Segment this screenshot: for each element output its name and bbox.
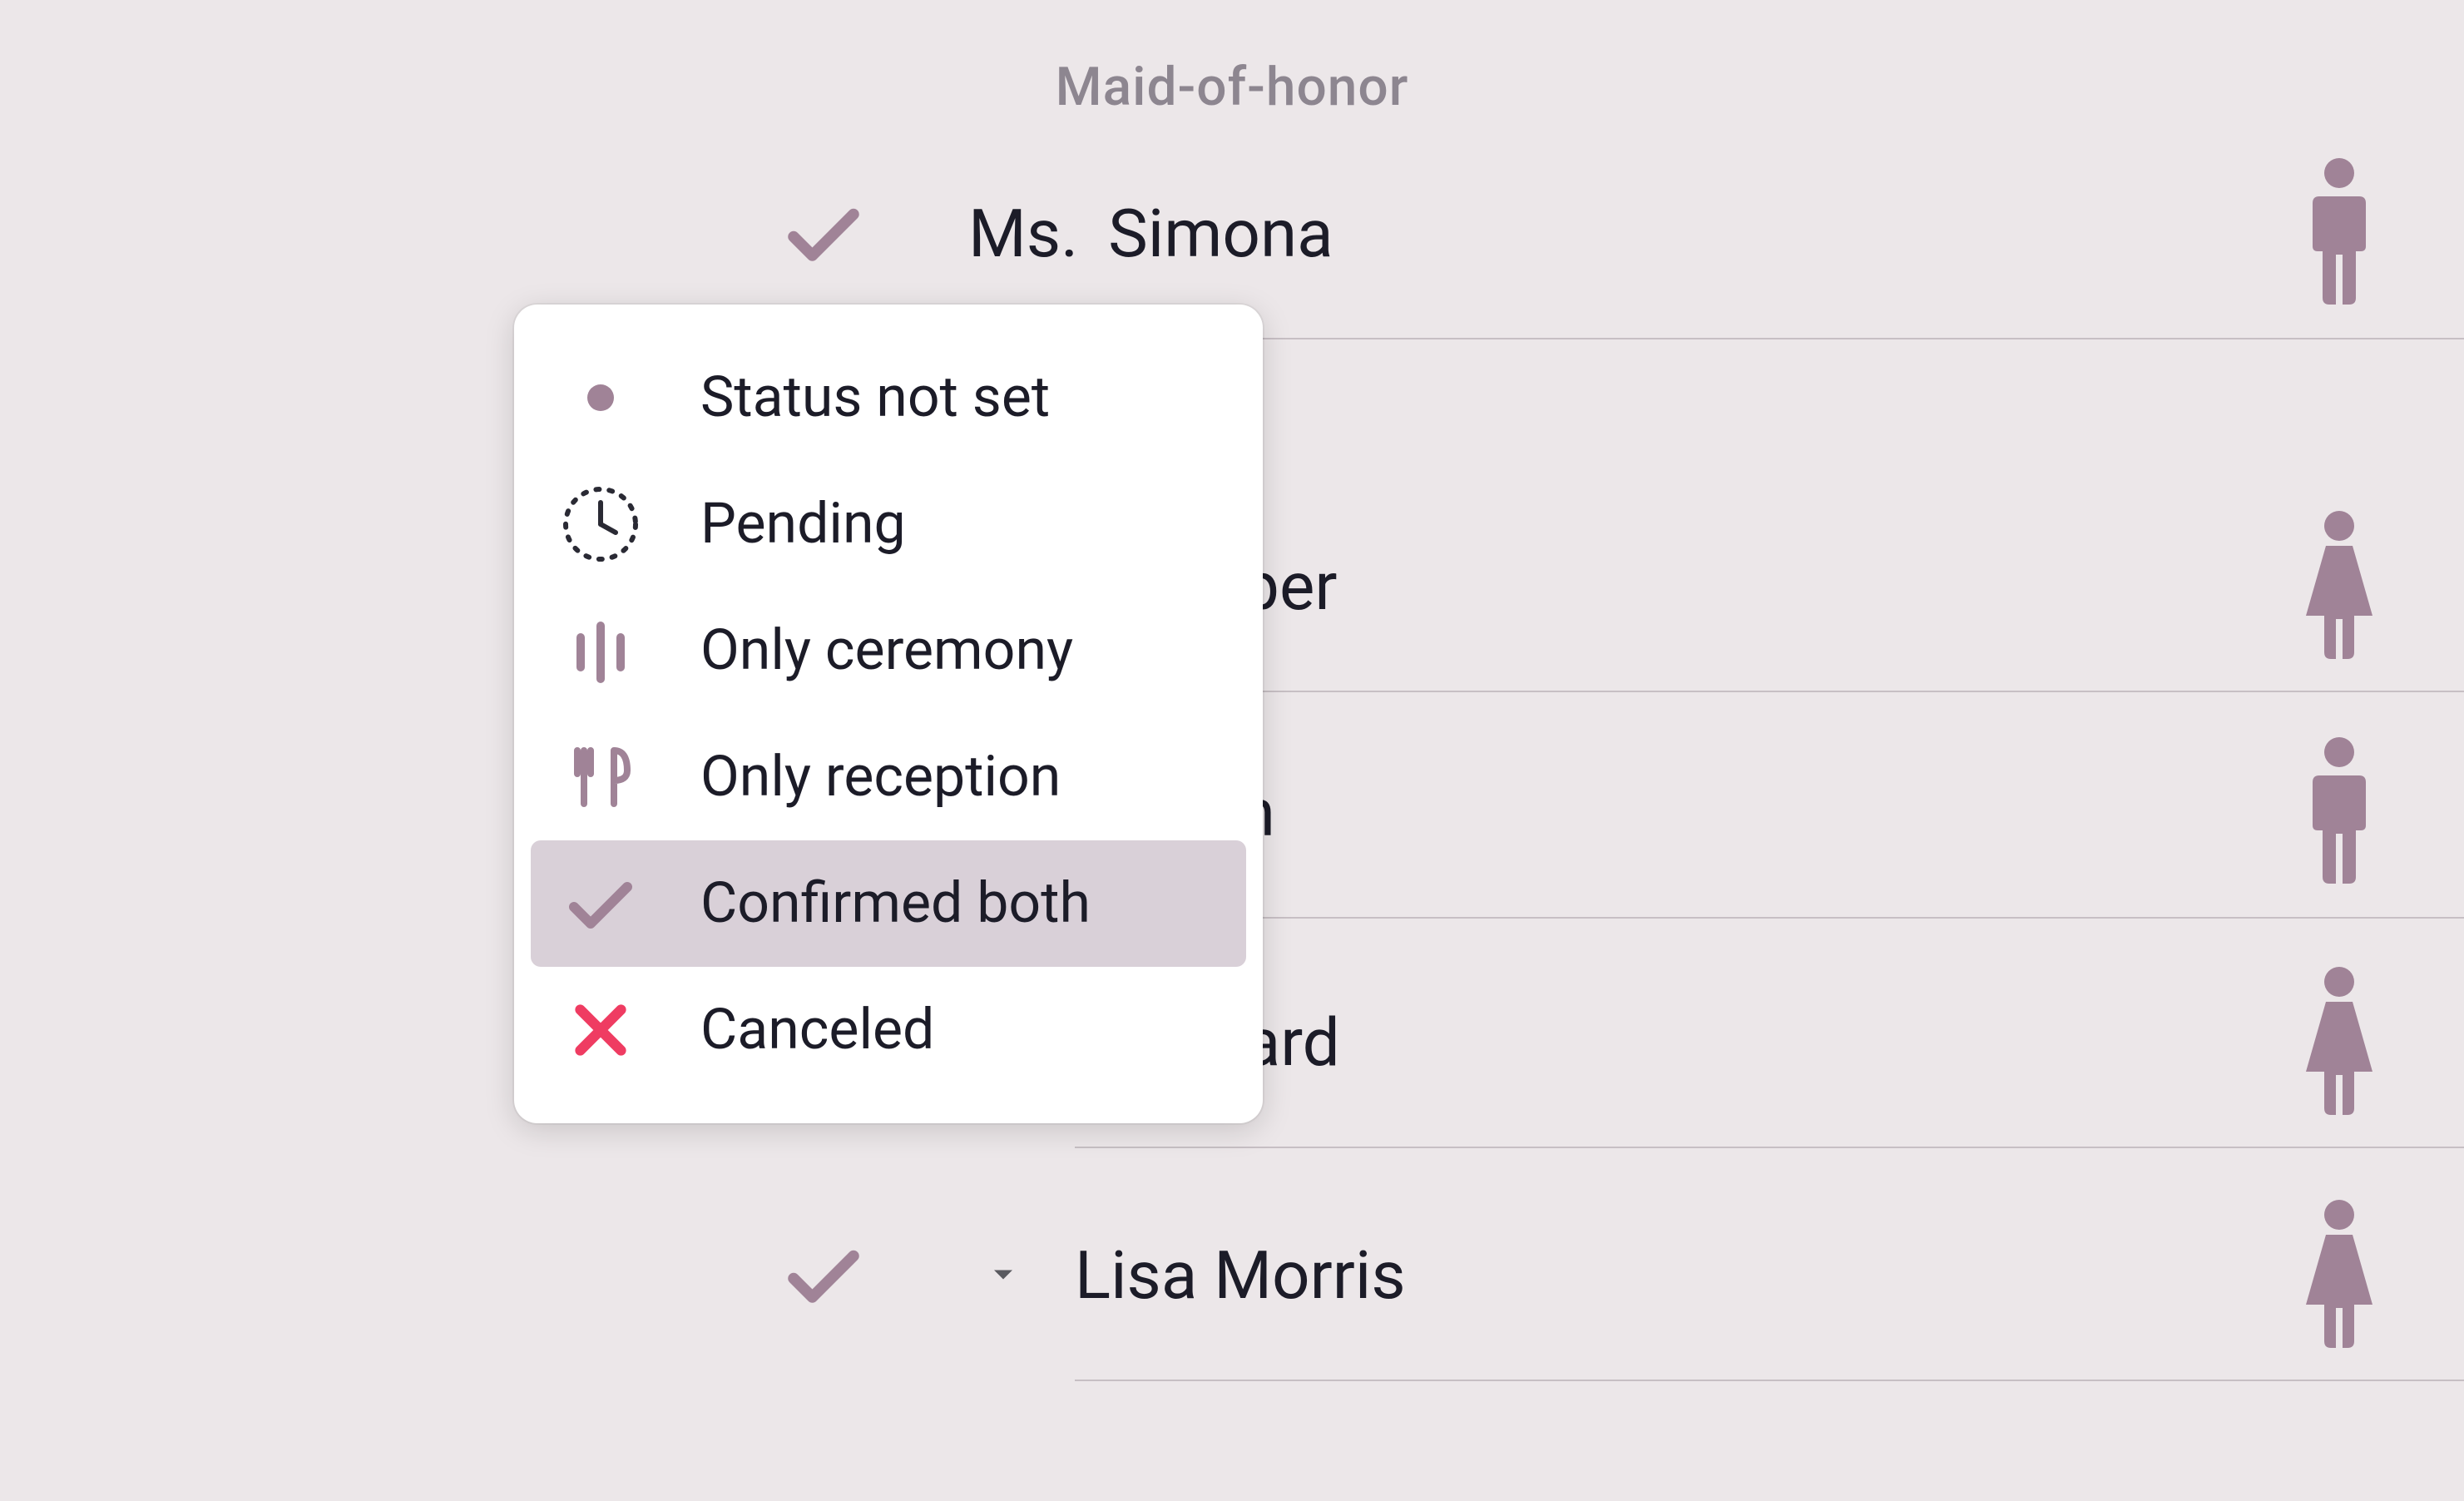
guest-name[interactable]: Ms. Simona [968, 194, 1333, 272]
guest-row: Lisa Morris [0, 1225, 2264, 1325]
female-icon[interactable] [2298, 963, 2381, 1121]
dot-icon [557, 354, 644, 441]
status-icon-area[interactable] [779, 1230, 868, 1320]
status-option-label: Only reception [700, 744, 1061, 810]
female-icon[interactable] [2298, 507, 2381, 665]
status-option-confirmed[interactable]: Confirmed both [531, 840, 1246, 967]
check-icon [557, 860, 644, 947]
ceremony-icon [557, 607, 644, 694]
reception-icon [557, 734, 644, 820]
row-divider [1075, 1380, 2464, 1381]
guest-name[interactable]: Lisa Morris [1075, 1236, 1406, 1314]
status-option-canceled[interactable]: Canceled [514, 967, 1263, 1093]
status-icon-area[interactable] [779, 188, 868, 278]
status-option-label: Only ceremony [700, 617, 1073, 684]
status-option-label: Canceled [700, 997, 934, 1063]
male-icon[interactable] [2298, 154, 2381, 312]
female-icon[interactable] [2298, 1196, 2381, 1354]
status-option-not-set[interactable]: Status not set [514, 334, 1263, 461]
check-icon [779, 1230, 868, 1320]
title-caret[interactable] [985, 1256, 1022, 1293]
pending-clock-icon [557, 481, 644, 567]
row-divider [1075, 691, 2464, 692]
status-dropdown: Status not set Pending Only ceremony [514, 305, 1263, 1123]
check-icon [779, 188, 868, 278]
status-option-ceremony[interactable]: Only ceremony [514, 587, 1263, 714]
cancel-x-icon [557, 987, 644, 1073]
status-option-label: Status not set [700, 364, 1050, 431]
guest-title: Ms. [968, 194, 1078, 272]
guest-firstname: Simona [1108, 194, 1333, 272]
status-option-reception[interactable]: Only reception [514, 714, 1263, 840]
row-divider [1075, 917, 2464, 919]
status-option-label: Confirmed both [700, 870, 1091, 937]
status-option-pending[interactable]: Pending [514, 461, 1263, 587]
chevron-down-icon [985, 1256, 1022, 1293]
guest-row: Ms. Simona [0, 183, 2264, 283]
guest-name-text: Lisa Morris [1075, 1236, 1406, 1314]
row-divider [1075, 1147, 2464, 1148]
male-icon[interactable] [2298, 733, 2381, 891]
status-option-label: Pending [700, 491, 906, 557]
role-label: Maid-of-honor [0, 55, 2464, 118]
